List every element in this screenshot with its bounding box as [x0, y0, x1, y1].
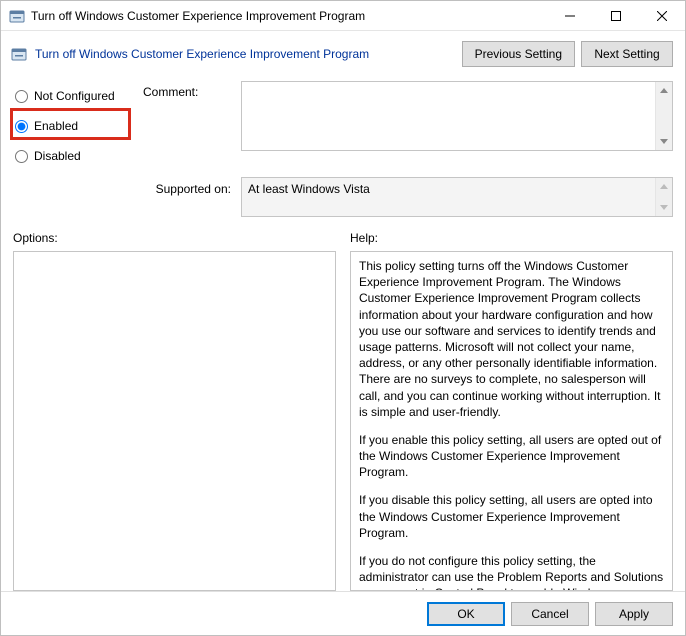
comment-box — [241, 81, 673, 151]
radio-not-configured-input[interactable] — [15, 90, 28, 103]
scroll-up-icon — [656, 178, 672, 195]
body: Not Configured Enabled Disabled Comment: — [1, 75, 685, 591]
supported-box: At least Windows Vista — [241, 177, 673, 217]
radio-enabled[interactable]: Enabled — [13, 111, 131, 141]
gpo-editor-window: Turn off Windows Customer Experience Imp… — [0, 0, 686, 636]
policy-icon — [11, 46, 27, 62]
close-button[interactable] — [639, 1, 685, 31]
subheader: Turn off Windows Customer Experience Imp… — [1, 31, 685, 75]
help-panel[interactable]: This policy setting turns off the Window… — [350, 251, 673, 591]
ok-button[interactable]: OK — [427, 602, 505, 626]
maximize-button[interactable] — [593, 1, 639, 31]
radio-not-configured-label: Not Configured — [34, 89, 115, 103]
titlebar: Turn off Windows Customer Experience Imp… — [1, 1, 685, 31]
scroll-up-icon[interactable] — [656, 82, 672, 99]
scroll-down-icon[interactable] — [656, 133, 672, 150]
options-panel — [13, 251, 336, 591]
help-paragraph: If you disable this policy setting, all … — [359, 492, 664, 541]
state-radio-group: Not Configured Enabled Disabled — [13, 81, 131, 171]
radio-enabled-label: Enabled — [34, 119, 78, 133]
cancel-button[interactable]: Cancel — [511, 602, 589, 626]
app-icon — [9, 8, 25, 24]
top-row: Not Configured Enabled Disabled Comment: — [13, 81, 673, 171]
comment-textarea[interactable] — [242, 82, 655, 150]
options-label: Options: — [13, 231, 336, 245]
help-paragraph: If you enable this policy setting, all u… — [359, 432, 664, 481]
radio-disabled-input[interactable] — [15, 150, 28, 163]
supported-row: Supported on: At least Windows Vista — [143, 177, 673, 217]
radio-enabled-input[interactable] — [15, 120, 28, 133]
help-paragraph: If you do not configure this policy sett… — [359, 553, 664, 591]
help-column: Help: This policy setting turns off the … — [350, 231, 673, 591]
comment-scrollbar[interactable] — [655, 82, 672, 150]
supported-value: At least Windows Vista — [242, 178, 655, 216]
options-column: Options: — [13, 231, 336, 591]
supported-scrollbar — [655, 178, 672, 216]
next-setting-button[interactable]: Next Setting — [581, 41, 673, 67]
apply-button[interactable]: Apply — [595, 602, 673, 626]
radio-disabled-label: Disabled — [34, 149, 81, 163]
footer: OK Cancel Apply — [1, 591, 685, 635]
comment-label: Comment: — [143, 81, 231, 99]
scroll-down-icon — [656, 199, 672, 216]
radio-disabled[interactable]: Disabled — [13, 141, 131, 171]
help-label: Help: — [350, 231, 673, 245]
radio-not-configured[interactable]: Not Configured — [13, 81, 131, 111]
help-paragraph: This policy setting turns off the Window… — [359, 258, 664, 420]
policy-title: Turn off Windows Customer Experience Imp… — [35, 47, 456, 61]
previous-setting-button[interactable]: Previous Setting — [462, 41, 575, 67]
panels-row: Options: Help: This policy setting turns… — [13, 231, 673, 591]
supported-label: Supported on: — [143, 177, 231, 196]
minimize-button[interactable] — [547, 1, 593, 31]
comment-column: Comment: — [143, 81, 673, 171]
comment-row: Comment: — [143, 81, 673, 151]
window-title: Turn off Windows Customer Experience Imp… — [31, 9, 547, 23]
